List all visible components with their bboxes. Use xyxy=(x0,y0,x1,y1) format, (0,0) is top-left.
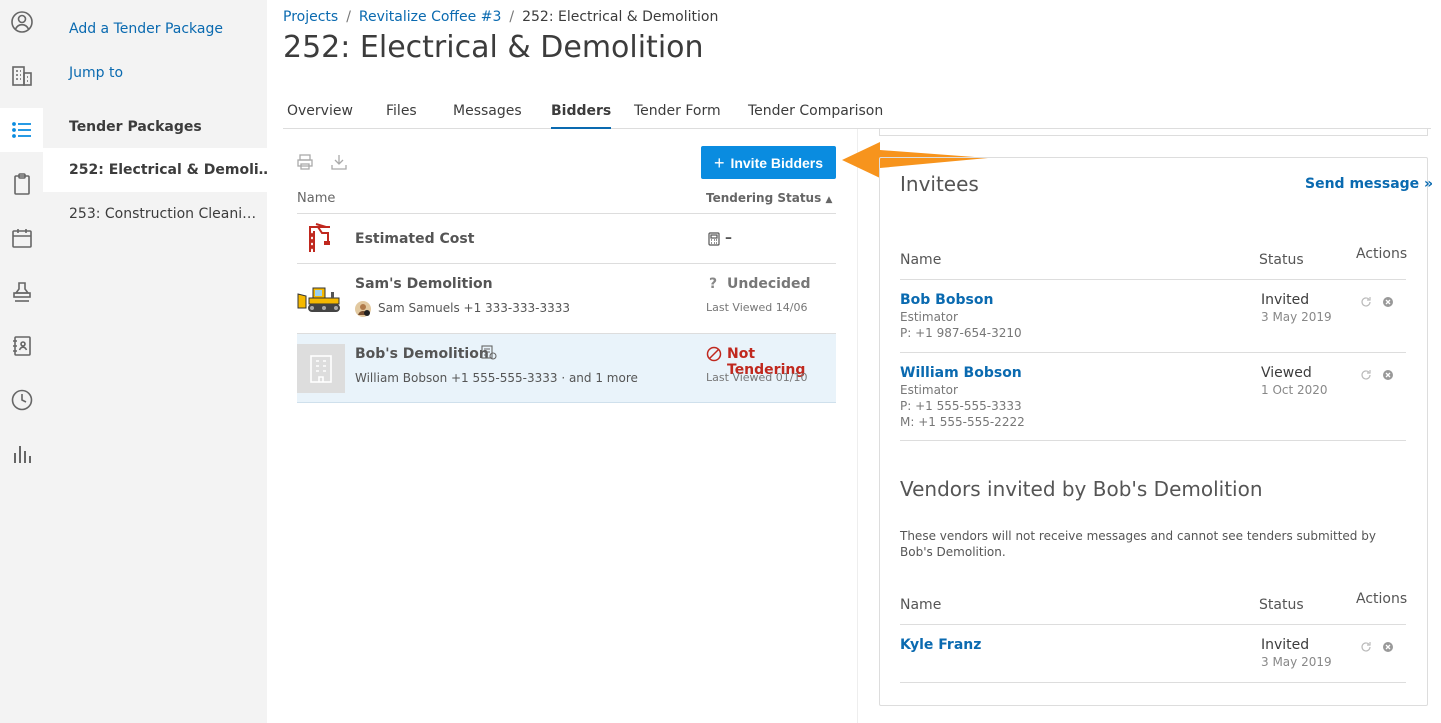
tab-files[interactable]: Files xyxy=(386,103,417,129)
remove-icon[interactable] xyxy=(1382,641,1394,653)
vendors-description: These vendors will not receive messages … xyxy=(900,529,1376,559)
breadcrumb-project[interactable]: Revitalize Coffee #3 xyxy=(359,9,501,25)
contacts-book-icon[interactable] xyxy=(0,324,43,368)
estimated-cost-row: Estimated Cost – xyxy=(297,214,836,263)
bidder-row-selected[interactable]: Bob's Demolition William Bobson +1 555-5… xyxy=(297,334,836,402)
clock-icon[interactable] xyxy=(0,378,43,422)
column-header-actions: Actions xyxy=(1356,591,1408,607)
document-badge-icon xyxy=(481,345,497,360)
list-icon[interactable] xyxy=(0,108,43,152)
vendors-title: Vendors invited by Bob's Demolition xyxy=(900,477,1263,501)
invitee-name[interactable]: Bob Bobson xyxy=(900,292,993,308)
status-badge: Undecided xyxy=(727,276,811,292)
building-icon[interactable] xyxy=(0,54,43,98)
bidder-contact: William Bobson +1 555-555-3333 · and 1 m… xyxy=(355,371,638,385)
bidder-name[interactable]: Bob's Demolition xyxy=(355,346,489,362)
tab-messages[interactable]: Messages xyxy=(453,103,522,129)
vendor-name[interactable]: Kyle Franz xyxy=(900,637,981,653)
remove-icon[interactable] xyxy=(1382,296,1394,308)
invitee-status: Invited xyxy=(1261,292,1310,308)
remove-icon[interactable] xyxy=(1382,369,1394,381)
panel-divider xyxy=(857,129,858,723)
bidder-row[interactable]: Sam's Demolition Sam Samuels +1 333-333-… xyxy=(297,264,836,333)
breadcrumb-separator: / xyxy=(346,9,351,25)
plus-icon: + xyxy=(713,152,725,173)
resend-icon[interactable] xyxy=(1360,369,1372,381)
breadcrumb: Projects / Revitalize Coffee #3 / 252: E… xyxy=(283,9,718,25)
invitee-date: 1 Oct 2020 xyxy=(1261,383,1328,397)
bidder-name[interactable]: Sam's Demolition xyxy=(355,276,493,292)
print-icon[interactable] xyxy=(296,153,314,171)
export-icon[interactable] xyxy=(330,153,348,171)
divider xyxy=(297,402,836,403)
company-placeholder-icon xyxy=(297,344,345,393)
page-title: 252: Electrical & Demolition xyxy=(283,30,704,65)
divider xyxy=(900,279,1406,280)
column-header-actions: Actions xyxy=(1356,246,1408,262)
tendering-status-label: Tendering Status xyxy=(706,191,822,205)
send-message-link[interactable]: Send message » xyxy=(1305,176,1433,192)
sidebar-item-252[interactable]: 252: Electrical & Demoli… xyxy=(43,148,267,192)
invitee-mobile: M: +1 555-555-2222 xyxy=(900,415,1025,429)
tender-packages-heading: Tender Packages xyxy=(69,119,202,135)
column-header-name: Name xyxy=(900,252,942,268)
breadcrumb-projects[interactable]: Projects xyxy=(283,9,338,25)
calculator-icon xyxy=(708,232,720,246)
tab-tender-comparison[interactable]: Tender Comparison xyxy=(748,103,883,129)
bidder-contact: Sam Samuels +1 333-333-3333 xyxy=(378,301,571,315)
sidebar-item-253[interactable]: 253: Construction Cleani… xyxy=(43,192,267,236)
invitee-phone: P: +1 987-654-3210 xyxy=(900,326,1022,340)
tab-tender-form[interactable]: Tender Form xyxy=(634,103,721,129)
vendor-status: Invited xyxy=(1261,637,1310,653)
invite-bidders-button[interactable]: + Invite Bidders xyxy=(701,146,836,179)
invitee-role: Estimator xyxy=(900,383,958,397)
invitees-title: Invitees xyxy=(900,172,979,196)
clipboard-icon[interactable] xyxy=(0,162,43,206)
avatar xyxy=(355,301,371,317)
tab-bar: Overview Files Messages Bidders Tender F… xyxy=(283,100,1431,129)
divider xyxy=(900,352,1406,353)
tab-overview[interactable]: Overview xyxy=(287,103,353,129)
sort-asc-icon: ▲ xyxy=(825,195,833,205)
invitee-status: Viewed xyxy=(1261,365,1312,381)
invite-bidders-label: Invite Bidders xyxy=(730,154,824,171)
question-icon: ? xyxy=(709,276,718,292)
estimated-cost-label: Estimated Cost xyxy=(355,231,475,247)
column-header-name: Name xyxy=(900,597,942,613)
resend-icon[interactable] xyxy=(1360,641,1372,653)
jump-to-link[interactable]: Jump to xyxy=(69,65,123,81)
vendor-date: 3 May 2019 xyxy=(1261,655,1332,669)
stamp-icon[interactable] xyxy=(0,270,43,314)
calendar-icon[interactable] xyxy=(0,216,43,260)
invitee-date: 3 May 2019 xyxy=(1261,310,1332,324)
card-edge xyxy=(879,129,1428,136)
last-viewed: Last Viewed 01/10 xyxy=(706,371,808,384)
add-tender-package-link[interactable]: Add a Tender Package xyxy=(69,21,223,37)
breadcrumb-separator: / xyxy=(509,9,515,25)
column-header-tendering-status[interactable]: Tendering Status ▲ xyxy=(706,191,832,205)
column-header-status: Status xyxy=(1259,252,1304,268)
tab-bidders[interactable]: Bidders xyxy=(551,103,612,129)
column-header-status: Status xyxy=(1259,597,1304,613)
bar-chart-icon[interactable] xyxy=(0,432,43,476)
divider xyxy=(900,440,1406,441)
invitee-phone: P: +1 555-555-3333 xyxy=(900,399,1022,413)
breadcrumb-current: 252: Electrical & Demolition xyxy=(522,9,719,25)
divider xyxy=(900,624,1406,625)
last-viewed: Last Viewed 14/06 xyxy=(706,301,808,314)
sidebar: Add a Tender Package Jump to Tender Pack… xyxy=(43,0,267,723)
bulldozer-icon xyxy=(297,287,340,312)
user-icon[interactable] xyxy=(0,0,43,44)
invitee-role: Estimator xyxy=(900,310,958,324)
icon-rail xyxy=(0,0,43,723)
divider xyxy=(900,682,1406,683)
resend-icon[interactable] xyxy=(1360,296,1372,308)
prohibited-icon xyxy=(706,346,722,362)
crane-icon xyxy=(309,223,330,252)
column-header-name[interactable]: Name xyxy=(297,191,335,206)
estimated-cost-value: – xyxy=(725,230,732,246)
invitee-name[interactable]: William Bobson xyxy=(900,365,1022,381)
